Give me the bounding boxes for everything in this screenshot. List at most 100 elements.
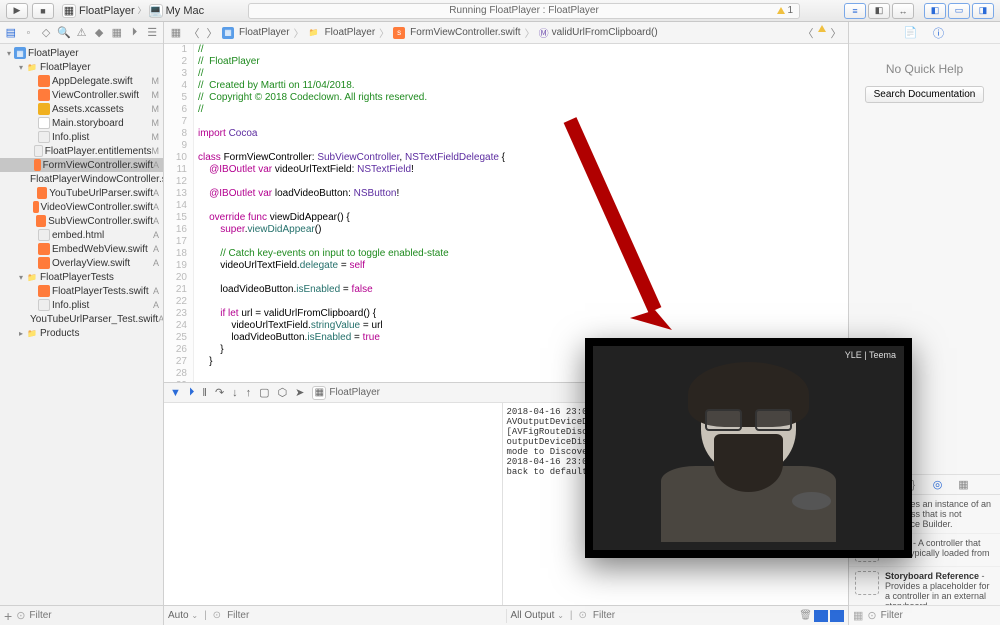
media-library-icon[interactable]: ▦ bbox=[956, 477, 972, 493]
toggle-console-button[interactable] bbox=[830, 610, 844, 622]
filter-icon: ⊙ bbox=[579, 610, 587, 621]
jump-bar[interactable]: ▦ 〈 〉 ▦FloatPlayer 〉 📁FloatPlayer 〉 sFor… bbox=[164, 22, 848, 44]
mac-icon: 💻 bbox=[149, 4, 163, 18]
navigator-panel: ▤ ◦ ◇ 🔍 ⚠ ◆ ▦ ⏵ ☰ ▾▦FloatPlayer▾📁FloatPl… bbox=[0, 22, 164, 625]
video-content: YLE | Teema bbox=[593, 346, 904, 550]
tree-row[interactable]: SubViewController.swiftA bbox=[0, 214, 163, 228]
tree-row[interactable]: FloatPlayerWindowController.swiftA bbox=[0, 172, 163, 186]
scheme-selector[interactable]: ▦ FloatPlayer 〉 💻 My Mac bbox=[62, 4, 204, 18]
toggle-debug-button[interactable]: ▭ bbox=[948, 3, 970, 19]
tree-row[interactable]: ▾▦FloatPlayer bbox=[0, 46, 163, 60]
search-documentation-button[interactable]: Search Documentation bbox=[865, 86, 985, 103]
run-button[interactable]: ▶ bbox=[6, 3, 28, 19]
test-nav-icon[interactable]: ◆ bbox=[92, 25, 106, 41]
clear-console-icon[interactable]: 🗑 bbox=[799, 610, 812, 621]
navigator-tabs: ▤ ◦ ◇ 🔍 ⚠ ◆ ▦ ⏵ ☰ bbox=[0, 22, 163, 44]
quick-help-title: No Quick Help bbox=[857, 62, 992, 76]
debug-view-icon[interactable]: ▢ bbox=[259, 386, 269, 399]
app-icon: ▦ bbox=[62, 4, 76, 18]
tree-row[interactable]: EmbedWebView.swiftA bbox=[0, 242, 163, 256]
chevron-right-icon: 〉 bbox=[138, 5, 146, 16]
memory-graph-icon[interactable]: ⬡ bbox=[278, 386, 288, 399]
tree-row[interactable]: FloatPlayer.entitlementsM bbox=[0, 144, 163, 158]
navigator-bottom-bar: + ⊙ bbox=[0, 605, 163, 625]
variables-filter-input[interactable] bbox=[227, 609, 501, 623]
hide-debug-icon[interactable]: ▼ bbox=[170, 387, 181, 399]
object-library-icon[interactable]: ◎ bbox=[930, 477, 946, 493]
version-editor-button[interactable]: ↔ bbox=[892, 3, 914, 19]
grid-view-icon[interactable]: ▦ bbox=[853, 609, 863, 622]
tree-row[interactable]: FloatPlayerTests.swiftA bbox=[0, 284, 163, 298]
debug-bottom-bar: Auto ⌄ | ⊙ All Output ⌄ | ⊙ 🗑 bbox=[164, 605, 848, 625]
toggle-navigator-button[interactable]: ◧ bbox=[924, 3, 946, 19]
project-tree[interactable]: ▾▦FloatPlayer▾📁FloatPlayerAppDelegate.sw… bbox=[0, 44, 163, 605]
source-editor[interactable]: 1234567891011121314151617181920212223242… bbox=[164, 44, 848, 382]
tree-row[interactable]: Info.plistM bbox=[0, 130, 163, 144]
warning-badge[interactable]: 1 bbox=[777, 5, 793, 16]
stop-button[interactable]: ■ bbox=[32, 3, 54, 19]
tree-row[interactable]: embed.htmlA bbox=[0, 228, 163, 242]
tree-row[interactable]: ▾📁FloatPlayerTests bbox=[0, 270, 163, 284]
filter-icon: ⊙ bbox=[213, 610, 221, 621]
destination-name: My Mac bbox=[166, 5, 205, 17]
prev-issue-icon[interactable]: 〈 bbox=[800, 25, 816, 41]
tree-row[interactable]: Main.storyboardM bbox=[0, 116, 163, 130]
related-items-icon[interactable]: ▦ bbox=[168, 25, 184, 41]
video-watermark: YLE | Teema bbox=[845, 350, 896, 360]
tree-row[interactable]: YouTubeUrlParser_Test.swiftA bbox=[0, 312, 163, 326]
next-issue-icon[interactable]: 〉 bbox=[828, 25, 844, 41]
code-content[interactable]: //// FloatPlayer//// Created by Martti o… bbox=[194, 44, 848, 382]
source-control-nav-icon[interactable]: ◦ bbox=[22, 25, 36, 41]
tree-row[interactable]: Info.plistA bbox=[0, 298, 163, 312]
back-button[interactable]: 〈 bbox=[186, 25, 202, 41]
step-over-icon[interactable]: ↷ bbox=[215, 386, 224, 399]
quick-help-icon[interactable]: ⓘ bbox=[931, 25, 947, 41]
activity-status[interactable]: Running FloatPlayer : FloatPlayer 1 bbox=[248, 3, 800, 19]
library-bottom-bar: ▦ ⊙ bbox=[849, 605, 1000, 625]
warning-icon bbox=[777, 7, 785, 14]
find-nav-icon[interactable]: 🔍 bbox=[57, 25, 71, 41]
output-selector[interactable]: All Output ⌄ bbox=[511, 610, 564, 621]
console-filter-input[interactable] bbox=[593, 609, 793, 623]
symbol-nav-icon[interactable]: ◇ bbox=[39, 25, 53, 41]
navigator-filter-input[interactable] bbox=[29, 609, 161, 623]
tree-row[interactable]: ▾📁FloatPlayer bbox=[0, 60, 163, 74]
scheme-name: FloatPlayer bbox=[79, 5, 135, 17]
tree-row[interactable]: AppDelegate.swiftM bbox=[0, 74, 163, 88]
breakpoints-icon[interactable]: ⏵ bbox=[189, 386, 195, 399]
filter-icon[interactable]: ⊙ bbox=[16, 609, 25, 622]
project-nav-icon[interactable]: ▤ bbox=[4, 25, 18, 41]
location-icon[interactable]: ➤ bbox=[295, 386, 304, 399]
scope-selector[interactable]: Auto ⌄ bbox=[168, 610, 198, 621]
tree-row[interactable]: YouTubeUrlParser.swiftA bbox=[0, 186, 163, 200]
report-nav-icon[interactable]: ☰ bbox=[145, 25, 159, 41]
step-out-icon[interactable]: ↑ bbox=[246, 387, 252, 399]
issue-nav-icon[interactable]: ⚠ bbox=[75, 25, 89, 41]
filter-icon: ⊙ bbox=[867, 609, 876, 622]
variables-view[interactable] bbox=[164, 403, 503, 605]
tree-row[interactable]: ▸📁Products bbox=[0, 326, 163, 340]
toolbar: ▶ ■ ▦ FloatPlayer 〉 💻 My Mac Running Flo… bbox=[0, 0, 1000, 22]
debug-nav-icon[interactable]: ▦ bbox=[110, 25, 124, 41]
file-inspector-icon[interactable]: 📄 bbox=[903, 25, 919, 41]
tree-row[interactable]: Assets.xcassetsM bbox=[0, 102, 163, 116]
line-gutter[interactable]: 1234567891011121314151617181920212223242… bbox=[164, 44, 194, 382]
toggle-variables-button[interactable] bbox=[814, 610, 828, 622]
continue-icon[interactable]: ‖ bbox=[202, 387, 207, 399]
step-into-icon[interactable]: ↓ bbox=[232, 387, 238, 399]
tree-row[interactable]: FormViewController.swiftA bbox=[0, 158, 163, 172]
inspector-tabs: 📄 ⓘ bbox=[849, 22, 1000, 44]
float-player-window[interactable]: YLE | Teema bbox=[585, 338, 912, 558]
tree-row[interactable]: ViewController.swiftM bbox=[0, 88, 163, 102]
tree-row[interactable]: OverlayView.swiftA bbox=[0, 256, 163, 270]
library-filter-input[interactable] bbox=[881, 609, 1000, 623]
tree-row[interactable]: VideoViewController.swiftA bbox=[0, 200, 163, 214]
toggle-inspector-button[interactable]: ◨ bbox=[972, 3, 994, 19]
breakpoint-nav-icon[interactable]: ⏵ bbox=[128, 25, 142, 41]
standard-editor-button[interactable]: ≡ bbox=[844, 3, 866, 19]
warning-icon bbox=[818, 25, 826, 32]
library-item[interactable]: Storyboard Reference - Provides a placeh… bbox=[849, 567, 1000, 605]
forward-button[interactable]: 〉 bbox=[204, 25, 220, 41]
add-button[interactable]: + bbox=[4, 608, 12, 624]
assistant-editor-button[interactable]: ◧ bbox=[868, 3, 890, 19]
